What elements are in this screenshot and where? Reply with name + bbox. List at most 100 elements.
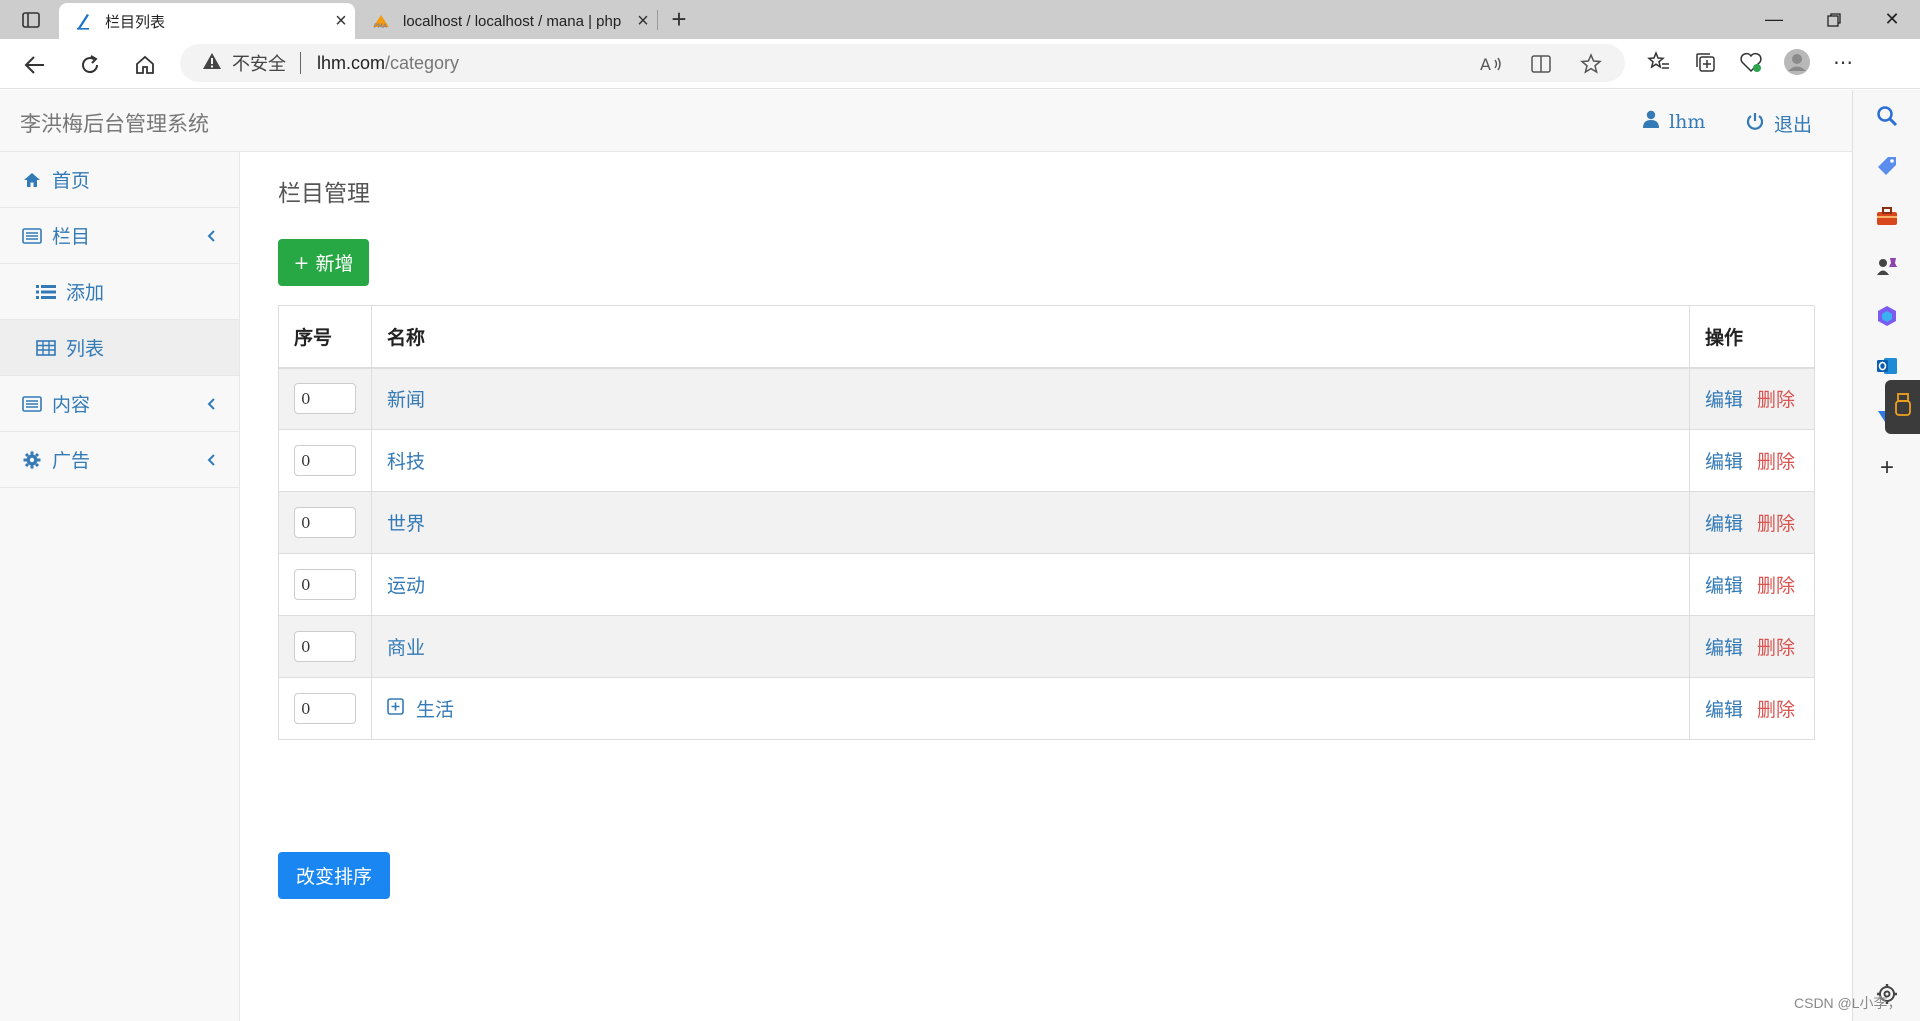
chevron-left-icon [207,226,217,248]
sort-order-input[interactable]: 0 [294,383,356,415]
table-row: 0 科技 编辑 删除 [278,429,1815,492]
close-window-icon[interactable]: ✕ [1864,0,1920,39]
search-icon[interactable] [1873,102,1901,130]
expand-plus-square-icon[interactable] [387,697,404,720]
user-name: lhm [1669,110,1706,133]
add-sidebar-app-icon[interactable]: + [1873,454,1901,482]
change-sort-button[interactable]: 改变排序 [278,852,390,899]
category-name-link[interactable]: 科技 [387,447,425,474]
tab-divider [657,10,658,30]
restore-icon[interactable] [1806,0,1862,39]
more-menu-icon[interactable]: ⋯ [1829,48,1857,76]
web-page: 李洪梅后台管理系统 lhm 退出 首页 栏目 添加 列表 内容 广告 栏目管理 … [0,90,1852,1021]
browser-tab-inactive[interactable]: PMA localhost / localhost / mana | php × [357,3,657,39]
minimize-icon[interactable]: — [1746,0,1802,39]
category-name-link[interactable]: 商业 [387,633,425,660]
column-header-ops: 操作 [1689,305,1815,369]
sort-order-input[interactable]: 0 [294,507,356,538]
category-name-link[interactable]: 生活 [387,695,454,722]
sidebar-item-label: 广告 [52,450,91,472]
toolbox-icon[interactable] [1873,202,1901,230]
svg-text:PMA: PMA [374,23,388,29]
close-tab-icon[interactable]: × [327,10,355,33]
list-alt-icon [22,394,42,414]
close-tab-icon[interactable]: × [629,10,657,33]
delete-link[interactable]: 删除 [1757,637,1795,659]
sidebar-item-label: 列表 [66,338,105,360]
read-aloud-icon[interactable]: A [1477,50,1505,78]
category-name-label: 生活 [416,699,455,721]
delete-link[interactable]: 删除 [1757,575,1795,597]
games-icon[interactable] [1873,252,1901,280]
address-bar[interactable]: 不安全 lhm.com/category A [180,44,1625,82]
top-navbar: 李洪梅后台管理系统 lhm 退出 [0,90,1852,152]
csdn-watermark: CSDN @L小李， [1794,995,1902,1011]
back-icon[interactable] [18,48,52,82]
microsoft365-icon[interactable] [1873,302,1901,330]
refresh-icon[interactable] [73,48,107,82]
browser-tab-active[interactable]: 栏目列表 × [59,3,355,39]
add-button[interactable]: + 新增 [278,239,369,286]
sidebar-item-home[interactable]: 首页 [0,152,239,208]
column-header-name: 名称 [371,305,1690,369]
home-icon[interactable] [128,48,162,82]
sidebar-item-list[interactable]: 列表 [0,320,239,376]
sort-order-input[interactable]: 0 [294,445,356,476]
list-icon [36,282,56,302]
sort-order-input[interactable]: 0 [294,693,356,724]
home-icon [22,170,42,190]
favorite-star-icon[interactable] [1577,50,1605,78]
edit-link[interactable]: 编辑 [1705,389,1743,411]
browser-essentials-icon[interactable] [1737,48,1765,76]
tag-icon[interactable] [1873,152,1901,180]
split-screen-icon[interactable] [1527,50,1555,78]
sidebar-item-add[interactable]: 添加 [0,264,239,320]
gear-icon [22,450,42,470]
sidebar-item-label: 内容 [52,394,91,416]
usb-icon [1894,392,1912,423]
svg-text:A: A [1480,55,1491,74]
edit-link[interactable]: 编辑 [1705,451,1743,473]
edit-link[interactable]: 编辑 [1705,699,1743,721]
sidebar-item-label: 栏目 [52,226,91,248]
new-tab-icon[interactable]: + [665,6,693,34]
outlook-icon[interactable] [1873,352,1901,380]
edit-link[interactable]: 编辑 [1705,637,1743,659]
category-name-link[interactable]: 新闻 [387,385,425,412]
sort-order-input[interactable]: 0 [294,569,356,600]
delete-link[interactable]: 删除 [1757,451,1795,473]
profile-avatar-icon[interactable] [1783,48,1811,76]
edit-link[interactable]: 编辑 [1705,513,1743,535]
security-label: 不安全 [232,54,286,74]
user-menu[interactable]: lhm [1643,110,1705,133]
page-title: 栏目管理 [278,181,370,207]
favorites-list-icon[interactable] [1645,48,1673,76]
delete-link[interactable]: 删除 [1757,513,1795,535]
brand-title[interactable]: 李洪梅后台管理系统 [20,108,209,138]
table-icon [36,338,56,358]
logout-link[interactable]: 退出 [1746,110,1812,137]
sidebar-item-content[interactable]: 内容 [0,376,239,432]
sort-order-input[interactable]: 0 [294,631,356,662]
category-name-link[interactable]: 运动 [387,571,425,598]
tab-actions-icon[interactable] [14,8,48,32]
sidebar-item-category[interactable]: 栏目 [0,208,239,264]
plus-icon: + [293,251,310,274]
category-name-link[interactable]: 世界 [387,509,425,536]
sidebar-item-ads[interactable]: 广告 [0,432,239,488]
address-divider [300,52,301,74]
table-row: 0 运动 编辑 删除 [278,553,1815,616]
collections-icon[interactable] [1691,48,1719,76]
delete-link[interactable]: 删除 [1757,699,1795,721]
edge-sidebar: + [1852,90,1920,1021]
delete-link[interactable]: 删除 [1757,389,1795,411]
warning-icon[interactable] [202,52,222,75]
power-icon [1746,112,1764,135]
list-alt-icon [22,226,42,246]
table-row: 0 世界 编辑 删除 [278,491,1815,554]
sidebar-popup-tab[interactable] [1885,380,1920,434]
url-path: /category [385,52,460,73]
sidebar-item-label: 首页 [52,170,91,192]
edit-link[interactable]: 编辑 [1705,575,1743,597]
browser-tab-bar: 栏目列表 × PMA localhost / localhost / mana … [0,0,1920,39]
